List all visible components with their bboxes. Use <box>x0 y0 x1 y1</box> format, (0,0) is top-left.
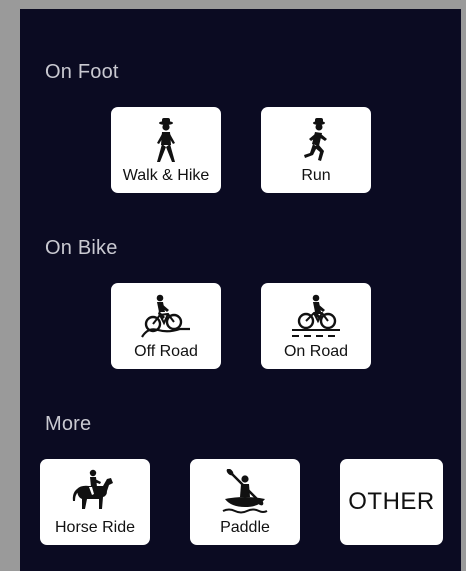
off-road-label: Off Road <box>134 343 198 360</box>
other-button[interactable]: OTHER <box>340 459 443 545</box>
section-title-on-foot: On Foot <box>45 61 119 83</box>
horse-ride-label: Horse Ride <box>54 519 136 536</box>
walk-hike-label: Walk & Hike <box>122 167 210 184</box>
other-label: OTHER <box>348 488 435 515</box>
mountain-bike-icon <box>138 293 194 341</box>
hiker-icon <box>138 117 194 165</box>
run-label: Run <box>301 167 331 184</box>
run-button[interactable]: Run <box>261 107 371 193</box>
walk-hike-button[interactable]: Walk & Hike <box>111 107 221 193</box>
runner-icon <box>288 117 344 165</box>
paddle-button[interactable]: Paddle <box>190 459 300 545</box>
paddle-label: Paddle <box>220 519 270 536</box>
road-bike-icon <box>288 293 344 341</box>
kayak-icon <box>217 469 273 517</box>
horse-ride-button[interactable]: Horse Ride <box>40 459 150 545</box>
section-title-on-bike: On Bike <box>45 237 118 259</box>
section-title-more: More <box>45 413 92 435</box>
on-road-label: On Road <box>283 343 349 360</box>
on-road-button[interactable]: On Road <box>261 283 371 369</box>
horse-rider-icon <box>67 469 123 517</box>
off-road-button[interactable]: Off Road <box>111 283 221 369</box>
activity-type-panel: On Foot Walk & Hike Run On Bike Off Road… <box>20 9 461 571</box>
